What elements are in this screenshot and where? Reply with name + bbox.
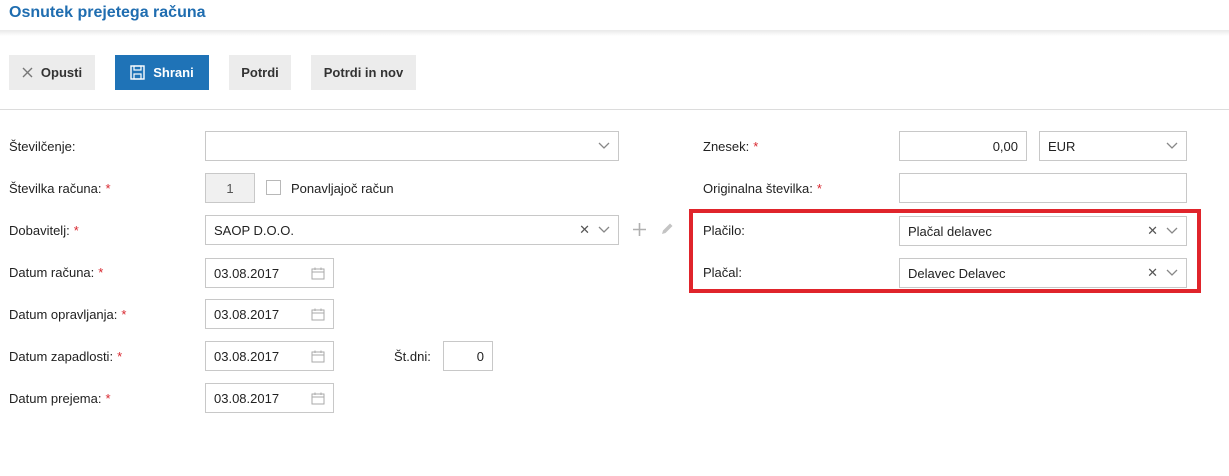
invoice-date-label-text: Datum računa:	[9, 265, 95, 280]
received-date-value: 03.08.2017	[214, 390, 280, 406]
numbering-select[interactable]	[205, 131, 619, 161]
required-marker: *	[105, 181, 111, 196]
invoice-number-label-text: Številka računa:	[9, 181, 102, 196]
amount-label-text: Znesek:	[703, 139, 750, 154]
page-title: Osnutek prejetega računa	[9, 4, 206, 21]
amount-input[interactable]: 0,00	[899, 131, 1027, 161]
due-date-value: 03.08.2017	[214, 348, 280, 364]
amount-label: Znesek: *	[703, 139, 758, 154]
calendar-icon[interactable]	[311, 350, 325, 363]
recurring-label: Ponavljajoč račun	[291, 181, 394, 196]
service-date-input[interactable]: 03.08.2017	[205, 299, 334, 329]
required-marker: *	[117, 349, 123, 364]
required-marker: *	[753, 139, 759, 154]
service-date-label-text: Datum opravljanja:	[9, 307, 118, 322]
required-marker: *	[816, 181, 822, 196]
service-date-value: 03.08.2017	[214, 306, 280, 322]
currency-select[interactable]: EUR	[1039, 131, 1187, 161]
required-marker: *	[73, 223, 79, 238]
days-label: Št.dni:	[394, 349, 431, 364]
received-date-label-text: Datum prejema:	[9, 391, 102, 406]
required-marker: *	[105, 391, 111, 406]
numbering-label-text: Številčenje:	[9, 139, 76, 154]
chevron-down-icon	[598, 142, 610, 150]
due-date-label-text: Datum zapadlosti:	[9, 349, 114, 364]
invoice-number-value: 1	[226, 180, 234, 196]
days-value: 0	[476, 348, 484, 364]
invoice-date-input[interactable]: 03.08.2017	[205, 258, 334, 288]
invoice-number-field: 1	[205, 173, 255, 203]
clear-icon[interactable]: ✕	[1147, 223, 1158, 239]
paid-by-label: Plačal:	[703, 265, 743, 280]
original-number-label: Originalna številka: *	[703, 181, 822, 196]
toolbar-divider	[0, 109, 1229, 110]
required-marker: *	[121, 307, 127, 322]
payment-label: Plačilo:	[703, 223, 745, 238]
confirm-and-new-button-label: Potrdi in nov	[323, 65, 404, 80]
invoice-number-label: Številka računa: *	[9, 181, 111, 196]
invoice-date-label: Datum računa: *	[9, 265, 103, 280]
due-date-input[interactable]: 03.08.2017	[205, 341, 334, 371]
required-marker: *	[98, 265, 104, 280]
cancel-button[interactable]: Opusti	[9, 55, 95, 90]
due-date-label: Datum zapadlosti: *	[9, 349, 122, 364]
save-icon	[130, 65, 145, 80]
pencil-icon[interactable]	[660, 222, 674, 236]
chevron-down-icon	[598, 226, 610, 234]
supplier-select[interactable]: SAOP D.O.O. ✕	[205, 215, 619, 245]
days-input[interactable]: 0	[443, 341, 493, 371]
original-number-input[interactable]	[899, 173, 1187, 203]
confirm-button[interactable]: Potrdi	[229, 55, 291, 90]
clear-icon[interactable]: ✕	[1147, 265, 1158, 281]
confirm-and-new-button[interactable]: Potrdi in nov	[311, 55, 416, 90]
invoice-date-value: 03.08.2017	[214, 265, 280, 281]
amount-value: 0,00	[992, 138, 1018, 154]
chevron-down-icon	[1166, 269, 1178, 277]
supplier-value: SAOP D.O.O.	[214, 222, 294, 238]
confirm-button-label: Potrdi	[241, 65, 279, 80]
cancel-button-label: Opusti	[40, 65, 83, 80]
save-button-label: Shrani	[153, 65, 194, 80]
paid-by-select[interactable]: Delavec Delavec ✕	[899, 258, 1187, 288]
calendar-icon[interactable]	[311, 308, 325, 321]
payment-value: Plačal delavec	[908, 223, 992, 239]
chevron-down-icon	[1166, 227, 1178, 235]
header-divider	[0, 30, 1229, 36]
calendar-icon[interactable]	[311, 392, 325, 405]
clear-icon[interactable]: ✕	[579, 222, 590, 238]
recurring-checkbox[interactable]	[266, 180, 281, 195]
original-number-label-text: Originalna številka:	[703, 181, 813, 196]
supplier-label-text: Dobavitelj:	[9, 223, 70, 238]
close-icon	[22, 67, 33, 78]
supplier-label: Dobavitelj: *	[9, 223, 79, 238]
chevron-down-icon	[1166, 142, 1178, 150]
service-date-label: Datum opravljanja: *	[9, 307, 126, 322]
save-button[interactable]: Shrani	[115, 55, 209, 90]
received-date-label: Datum prejema: *	[9, 391, 111, 406]
calendar-icon[interactable]	[311, 267, 325, 280]
received-date-input[interactable]: 03.08.2017	[205, 383, 334, 413]
payment-select[interactable]: Plačal delavec ✕	[899, 216, 1187, 246]
paid-by-value: Delavec Delavec	[908, 265, 1006, 281]
numbering-label: Številčenje:	[9, 139, 75, 154]
currency-value: EUR	[1048, 138, 1076, 154]
plus-icon[interactable]	[632, 222, 647, 237]
